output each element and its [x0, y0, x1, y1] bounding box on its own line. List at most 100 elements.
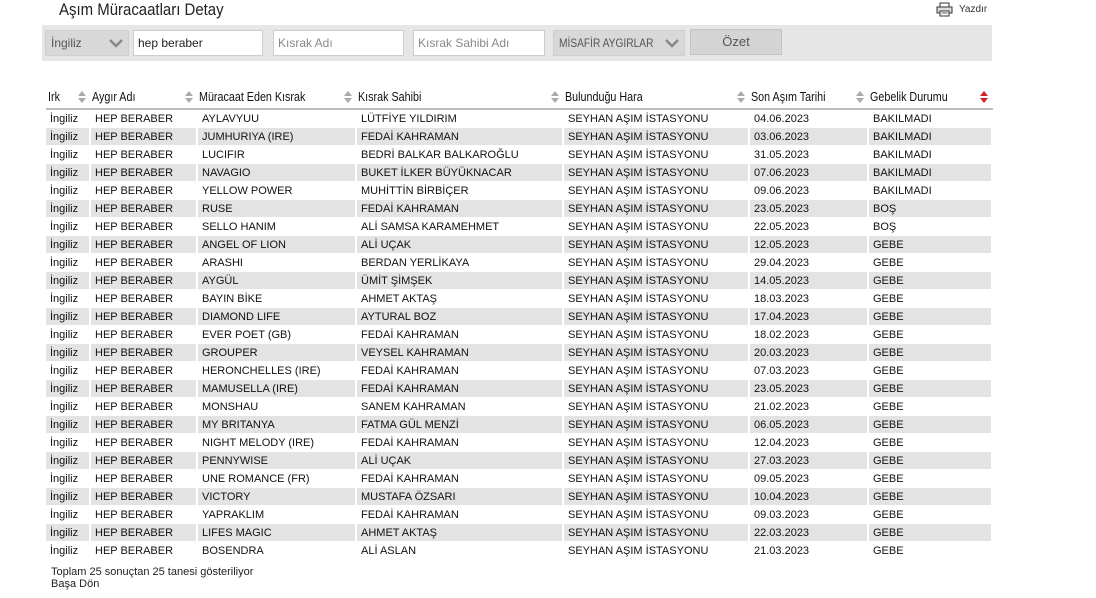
cell-last-mating-date: 10.04.2023 [749, 487, 869, 506]
cell-stallion: HEP BERABER [90, 505, 198, 524]
sort-arrows-icon[interactable] [185, 90, 193, 104]
header-label: Bulunduğu Hara [565, 89, 643, 104]
cell-mare: LIFES MAGIC [197, 523, 357, 542]
table-row[interactable]: İngiliz HEP BERABER LUCIFIR BEDRİ BALKAR BA… [46, 145, 993, 164]
cell-mare-owner: ÜMİT ŞİMŞEK [356, 271, 564, 290]
cell-stallion: HEP BERABER [90, 145, 198, 164]
table-row[interactable]: İngiliz HEP BERABER UNE ROMANCE (FR) FEDAİ … [46, 469, 993, 488]
cell-farm: SEYHAN AŞIM İSTASYONU [563, 289, 750, 308]
cell-mare: YELLOW POWER [197, 181, 357, 200]
cell-mare: YAPRAKLIM [197, 505, 357, 524]
cell-mare: SELLO HANIM [197, 217, 357, 236]
table-row[interactable]: İngiliz HEP BERABER DIAMOND LIFE AYTURAL BO… [46, 307, 993, 326]
guest-stallions-label: MİSAFİR AYGIRLAR [559, 36, 654, 50]
sort-arrows-icon[interactable] [78, 90, 86, 104]
table-row[interactable]: İngiliz HEP BERABER HERONCHELLES (IRE) FEDA… [46, 361, 993, 380]
cell-farm: SEYHAN AŞIM İSTASYONU [563, 433, 750, 452]
table-row[interactable]: İngiliz HEP BERABER GROUPER VEYSEL KAHRAMAN… [46, 343, 993, 362]
sort-arrows-icon[interactable] [856, 90, 864, 104]
results-summary: Toplam 25 sonuçtan 25 tanesi gösteriliyo… [51, 566, 254, 578]
cell-last-mating-date: 09.03.2023 [749, 505, 869, 524]
page-title: Aşım Müracaatları Detay [59, 0, 224, 19]
cell-stallion: HEP BERABER [90, 127, 198, 146]
header-breed[interactable]: Irk [46, 85, 90, 110]
cell-mare: UNE ROMANCE (FR) [197, 469, 357, 488]
header-last-mating-date[interactable]: Son Aşım Tarihi [749, 85, 868, 110]
cell-mare-owner: ALİ UÇAK [356, 235, 564, 254]
cell-pregnancy-status: BAKILMADI [868, 145, 993, 164]
summary-button[interactable]: Özet [690, 29, 782, 55]
header-mare-owner[interactable]: Kısrak Sahibi [356, 85, 563, 110]
cell-breed: İngiliz [46, 469, 91, 488]
cell-pregnancy-status: BAKILMADI [868, 108, 993, 128]
cell-mare-owner: MUSTAFA ÖZSARI [356, 487, 564, 506]
sort-arrows-icon[interactable] [344, 90, 352, 104]
cell-farm: SEYHAN AŞIM İSTASYONU [563, 145, 750, 164]
table-row[interactable]: İngiliz HEP BERABER EVER POET (GB) FEDAİ KA… [46, 325, 993, 344]
stallion-name-input[interactable] [133, 30, 263, 56]
cell-mare-owner: FEDAİ KAHRAMAN [356, 505, 564, 524]
cell-mare: RUSE [197, 199, 357, 218]
header-pregnancy-status[interactable]: Gebelik Durumu [868, 85, 992, 110]
cell-mare: MONSHAU [197, 397, 357, 416]
cell-pregnancy-status: GEBE [868, 397, 993, 416]
cell-farm: SEYHAN AŞIM İSTASYONU [563, 108, 750, 128]
header-farm[interactable]: Bulunduğu Hara [563, 85, 749, 110]
print-link[interactable]: Yazdır [936, 2, 987, 17]
sort-arrows-icon[interactable] [980, 90, 988, 104]
cell-farm: SEYHAN AŞIM İSTASYONU [563, 451, 750, 470]
cell-stallion: HEP BERABER [90, 415, 198, 434]
header-stallion[interactable]: Aygır Adı [90, 85, 197, 110]
table-row[interactable]: İngiliz HEP BERABER MONSHAU SANEM KAHRAMAN S… [46, 397, 993, 416]
cell-last-mating-date: 14.05.2023 [749, 271, 869, 290]
table-row[interactable]: İngiliz HEP BERABER LIFES MAGIC AHMET AKTAŞ… [46, 523, 993, 542]
table-row[interactable]: İngiliz HEP BERABER ANGEL OF LION ALİ UÇAK S… [46, 235, 993, 254]
cell-mare-owner: ALİ SAMSA KARAMEHMET [356, 217, 564, 236]
cell-last-mating-date: 18.03.2023 [749, 289, 869, 308]
table-row[interactable]: İngiliz HEP BERABER VICTORY MUSTAFA ÖZSARI S… [46, 487, 993, 506]
cell-farm: SEYHAN AŞIM İSTASYONU [563, 415, 750, 434]
mare-name-input[interactable] [273, 30, 404, 56]
cell-stallion: HEP BERABER [90, 469, 198, 488]
cell-breed: İngiliz [46, 253, 91, 272]
breed-select[interactable]: İngiliz [45, 30, 129, 56]
header-mare[interactable]: Müracaat Eden Kısrak [197, 85, 356, 110]
cell-breed: İngiliz [46, 451, 91, 470]
table-row[interactable]: İngiliz HEP BERABER ARASHI BERDAN YERLİKAYA… [46, 253, 993, 272]
table-row[interactable]: İngiliz HEP BERABER NAVAGIO BUKET İLKER BÜY… [46, 163, 993, 182]
table-row[interactable]: İngiliz HEP BERABER PENNYWISE ALİ UÇAK SEYHA… [46, 451, 993, 470]
table-row[interactable]: İngiliz HEP BERABER YAPRAKLIM FEDAİ KAHRAMA… [46, 505, 993, 524]
mare-owner-input[interactable] [413, 30, 545, 56]
cell-pregnancy-status: GEBE [868, 289, 993, 308]
cell-stallion: HEP BERABER [90, 451, 198, 470]
table-row[interactable]: İngiliz HEP BERABER JUMHURIYA (IRE) FEDAİ K… [46, 127, 993, 146]
cell-mare: GROUPER [197, 343, 357, 362]
chevron-down-icon [109, 39, 123, 48]
cell-pregnancy-status: GEBE [868, 487, 993, 506]
table-row[interactable]: İngiliz HEP BERABER MAMUSELLA (IRE) FEDAİ K… [46, 379, 993, 398]
sort-arrows-icon[interactable] [737, 90, 745, 104]
header-label: Aygır Adı [92, 89, 136, 104]
table-row[interactable]: İngiliz HEP BERABER BOSENDRA ALİ ASLAN SEYHA… [46, 541, 993, 560]
table-row[interactable]: İngiliz HEP BERABER MY BRITANYA FATMA GÜL M… [46, 415, 993, 434]
cell-breed: İngiliz [46, 415, 91, 434]
table-row[interactable]: İngiliz HEP BERABER RUSE FEDAİ KAHRAMAN SEYH… [46, 199, 993, 218]
cell-last-mating-date: 22.05.2023 [749, 217, 869, 236]
table-row[interactable]: İngiliz HEP BERABER YELLOW POWER MUHİTTİN B… [46, 181, 993, 200]
cell-mare-owner: FEDAİ KAHRAMAN [356, 469, 564, 488]
sort-arrows-icon[interactable] [551, 90, 559, 104]
back-to-top-link[interactable]: Başa Dön [51, 578, 253, 590]
table-row[interactable]: İngiliz HEP BERABER AYLAVYUU LÜTFİYE YILDIR… [46, 108, 993, 128]
cell-mare-owner: ALİ UÇAK [356, 451, 564, 470]
cell-pregnancy-status: GEBE [868, 361, 993, 380]
table-row[interactable]: İngiliz HEP BERABER SELLO HANIM ALİ SAMSA K… [46, 217, 993, 236]
cell-mare-owner: BERDAN YERLİKAYA [356, 253, 564, 272]
cell-stallion: HEP BERABER [90, 108, 198, 128]
cell-breed: İngiliz [46, 433, 91, 452]
guest-stallions-select[interactable]: MİSAFİR AYGIRLAR [553, 30, 685, 56]
cell-last-mating-date: 09.06.2023 [749, 181, 869, 200]
cell-mare-owner: ALİ ASLAN [356, 541, 564, 560]
table-row[interactable]: İngiliz HEP BERABER BAYIN BİKE AHMET AKTAŞ S… [46, 289, 993, 308]
table-row[interactable]: İngiliz HEP BERABER AYGÜL ÜMİT ŞİMŞEK SEYHAN… [46, 271, 993, 290]
table-row[interactable]: İngiliz HEP BERABER NIGHT MELODY (IRE) FEDA… [46, 433, 993, 452]
